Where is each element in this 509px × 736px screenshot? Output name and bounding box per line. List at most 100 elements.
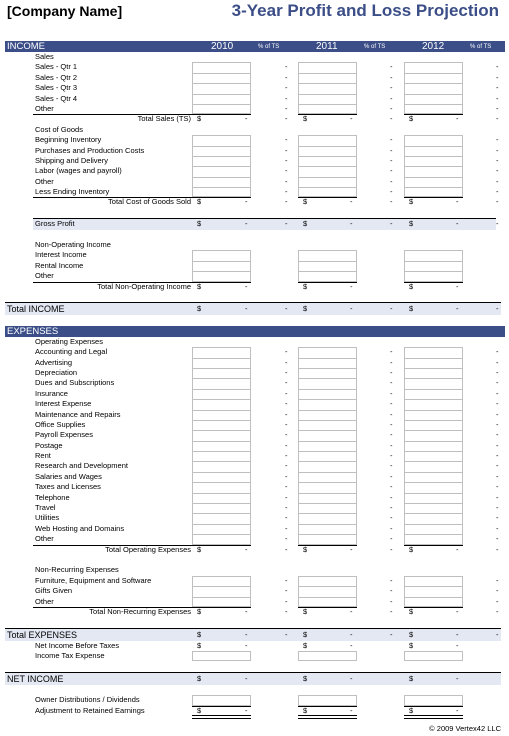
input-cell-2011[interactable] — [298, 135, 357, 146]
input-cell-2010[interactable] — [192, 409, 251, 420]
input-cell-2011[interactable] — [298, 260, 357, 272]
input-cell-2012[interactable] — [404, 260, 463, 272]
input-cell-2012[interactable] — [404, 492, 463, 504]
input-cell-2012[interactable] — [404, 103, 463, 115]
input-cell-2011[interactable] — [298, 492, 357, 504]
input-cell-2012[interactable] — [404, 367, 463, 379]
input-cell-2012[interactable] — [404, 93, 463, 104]
input-cell-2010[interactable] — [192, 357, 251, 368]
input-cell-2011[interactable] — [298, 357, 357, 368]
input-cell-2010[interactable] — [192, 596, 251, 607]
input-cell-2012[interactable] — [404, 187, 463, 198]
input-cell-2010[interactable] — [192, 534, 251, 545]
input-cell-2012[interactable] — [404, 482, 463, 493]
input-cell-2010[interactable] — [192, 503, 251, 514]
input-cell-2012[interactable] — [404, 357, 463, 368]
input-cell-2010[interactable] — [192, 451, 251, 462]
income-tax-expense-input-2011[interactable] — [298, 651, 357, 662]
input-cell-2011[interactable] — [298, 187, 357, 198]
input-cell-2010[interactable] — [192, 419, 251, 431]
input-cell-2012[interactable] — [404, 388, 463, 400]
input-cell-2010[interactable] — [192, 430, 251, 441]
input-cell-2011[interactable] — [298, 62, 357, 73]
input-cell-2012[interactable] — [404, 513, 463, 524]
input-cell-2010[interactable] — [192, 399, 251, 410]
input-cell-2010[interactable] — [192, 471, 251, 483]
input-cell-2011[interactable] — [298, 378, 357, 389]
input-cell-2011[interactable] — [298, 399, 357, 410]
input-cell-2010[interactable] — [192, 83, 251, 94]
input-cell-2011[interactable] — [298, 347, 357, 358]
input-cell-2012[interactable] — [404, 378, 463, 389]
input-cell-2010[interactable] — [192, 492, 251, 504]
input-cell-2010[interactable] — [192, 187, 251, 198]
input-cell-2012[interactable] — [404, 176, 463, 188]
input-cell-2011[interactable] — [298, 513, 357, 524]
input-cell-2011[interactable] — [298, 503, 357, 514]
input-cell-2010[interactable] — [192, 523, 251, 535]
input-cell-2012[interactable] — [404, 271, 463, 282]
input-cell-2012[interactable] — [404, 155, 463, 167]
input-cell-2012[interactable] — [404, 534, 463, 545]
input-cell-2010[interactable] — [192, 388, 251, 400]
input-cell-2012[interactable] — [404, 62, 463, 73]
input-cell-2012[interactable] — [404, 409, 463, 420]
income-tax-expense-input-2010[interactable] — [192, 651, 251, 662]
input-cell-2010[interactable] — [192, 176, 251, 188]
input-cell-2011[interactable] — [298, 93, 357, 104]
input-cell-2012[interactable] — [404, 575, 463, 587]
input-cell-2012[interactable] — [404, 471, 463, 483]
input-cell-2010[interactable] — [192, 93, 251, 104]
input-cell-2012[interactable] — [404, 166, 463, 177]
input-cell-2012[interactable] — [404, 347, 463, 358]
input-cell-2010[interactable] — [192, 166, 251, 177]
input-cell-2010[interactable] — [192, 513, 251, 524]
input-cell-2011[interactable] — [298, 586, 357, 597]
owner-distributions-input-2010[interactable] — [192, 695, 251, 706]
company-name[interactable]: [Company Name] — [7, 3, 122, 19]
input-cell-2010[interactable] — [192, 250, 251, 261]
input-cell-2011[interactable] — [298, 409, 357, 420]
input-cell-2011[interactable] — [298, 471, 357, 483]
input-cell-2011[interactable] — [298, 145, 357, 156]
input-cell-2011[interactable] — [298, 482, 357, 493]
input-cell-2011[interactable] — [298, 72, 357, 84]
input-cell-2012[interactable] — [404, 451, 463, 462]
input-cell-2012[interactable] — [404, 250, 463, 261]
input-cell-2010[interactable] — [192, 482, 251, 493]
input-cell-2010[interactable] — [192, 260, 251, 272]
input-cell-2010[interactable] — [192, 440, 251, 452]
input-cell-2012[interactable] — [404, 83, 463, 94]
input-cell-2011[interactable] — [298, 440, 357, 452]
input-cell-2011[interactable] — [298, 534, 357, 545]
input-cell-2010[interactable] — [192, 135, 251, 146]
input-cell-2012[interactable] — [404, 503, 463, 514]
input-cell-2011[interactable] — [298, 155, 357, 167]
input-cell-2012[interactable] — [404, 399, 463, 410]
income-tax-expense-input-2012[interactable] — [404, 651, 463, 662]
input-cell-2011[interactable] — [298, 575, 357, 587]
owner-distributions-input-2011[interactable] — [298, 695, 357, 706]
input-cell-2012[interactable] — [404, 419, 463, 431]
input-cell-2011[interactable] — [298, 250, 357, 261]
input-cell-2011[interactable] — [298, 430, 357, 441]
input-cell-2010[interactable] — [192, 62, 251, 73]
input-cell-2010[interactable] — [192, 367, 251, 379]
input-cell-2012[interactable] — [404, 145, 463, 156]
input-cell-2011[interactable] — [298, 388, 357, 400]
input-cell-2011[interactable] — [298, 523, 357, 535]
input-cell-2010[interactable] — [192, 145, 251, 156]
input-cell-2011[interactable] — [298, 103, 357, 115]
input-cell-2012[interactable] — [404, 430, 463, 441]
input-cell-2012[interactable] — [404, 440, 463, 452]
input-cell-2010[interactable] — [192, 72, 251, 84]
input-cell-2012[interactable] — [404, 596, 463, 607]
input-cell-2010[interactable] — [192, 347, 251, 358]
input-cell-2010[interactable] — [192, 461, 251, 472]
owner-distributions-input-2012[interactable] — [404, 695, 463, 706]
input-cell-2011[interactable] — [298, 419, 357, 431]
input-cell-2010[interactable] — [192, 155, 251, 167]
input-cell-2011[interactable] — [298, 461, 357, 472]
input-cell-2011[interactable] — [298, 83, 357, 94]
input-cell-2010[interactable] — [192, 103, 251, 115]
